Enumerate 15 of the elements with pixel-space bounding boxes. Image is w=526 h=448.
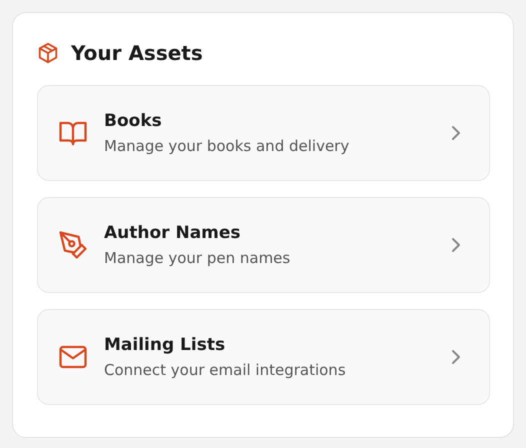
item-title: Author Names — [104, 223, 242, 243]
chevron-icon — [451, 349, 461, 365]
card-title: Your Assets — [71, 41, 203, 65]
item-description: Manage your pen names — [104, 249, 292, 267]
chevron-icon — [451, 237, 461, 253]
item-description: Connect your email integrations — [104, 361, 347, 379]
box-icon — [37, 42, 59, 64]
chevron-icon — [451, 125, 461, 141]
asset-item[interactable]: Mailing Lists Connect your email integrations — [37, 309, 490, 405]
pen-nib-icon — [58, 230, 88, 260]
item-title: Books — [104, 111, 163, 131]
asset-item[interactable]: Author Names Manage your pen names — [37, 197, 490, 293]
item-description: Manage your books and delivery — [104, 137, 350, 155]
item-title: Mailing Lists — [104, 335, 226, 355]
asset-item[interactable]: Books Manage your books and delivery — [37, 85, 490, 181]
